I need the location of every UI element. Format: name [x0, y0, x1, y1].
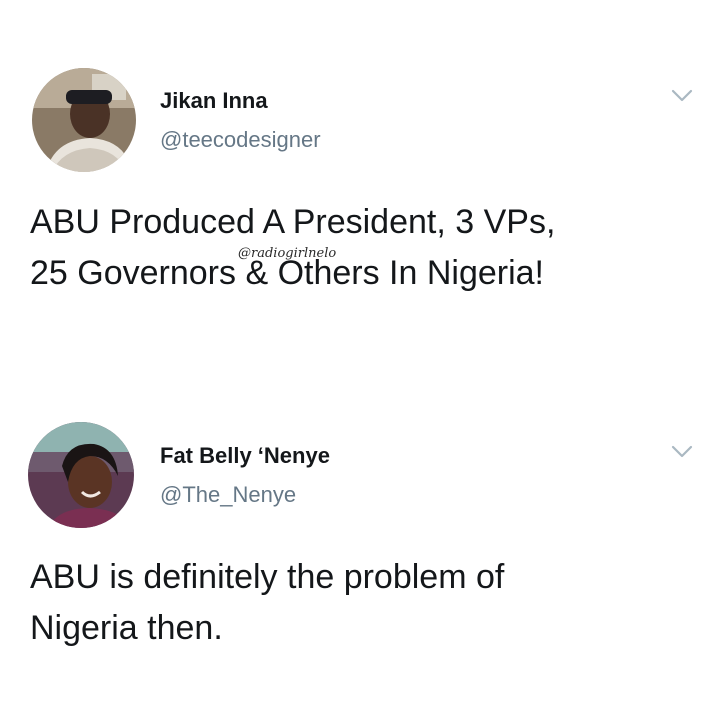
- user-avatar-image: [28, 422, 134, 528]
- user-handle[interactable]: @The_Nenye: [160, 482, 296, 508]
- chevron-down-icon[interactable]: [670, 444, 694, 460]
- user-handle[interactable]: @teecodesigner: [160, 127, 321, 153]
- user-avatar-image: [32, 68, 136, 172]
- chevron-down-icon[interactable]: [670, 88, 694, 104]
- watermark-text: @radiogirlnelo: [238, 246, 337, 261]
- tweet-text: ABU is definitely the problem of Nigeria…: [30, 558, 505, 647]
- avatar-fat-belly-nenye[interactable]: [28, 422, 134, 528]
- tweet-card-1[interactable]: Jikan Inna @teecodesigner ABU Produced A…: [0, 0, 720, 400]
- tweet-card-2[interactable]: Fat Belly ‘Nenye @The_Nenye ABU is defin…: [0, 400, 720, 720]
- tweet-text: ABU Produced A President, 3 VPs, 25 Gove…: [30, 203, 556, 292]
- display-name[interactable]: Jikan Inna: [160, 88, 268, 114]
- display-name[interactable]: Fat Belly ‘Nenye: [160, 443, 330, 469]
- avatar-jikan-inna[interactable]: [32, 68, 136, 172]
